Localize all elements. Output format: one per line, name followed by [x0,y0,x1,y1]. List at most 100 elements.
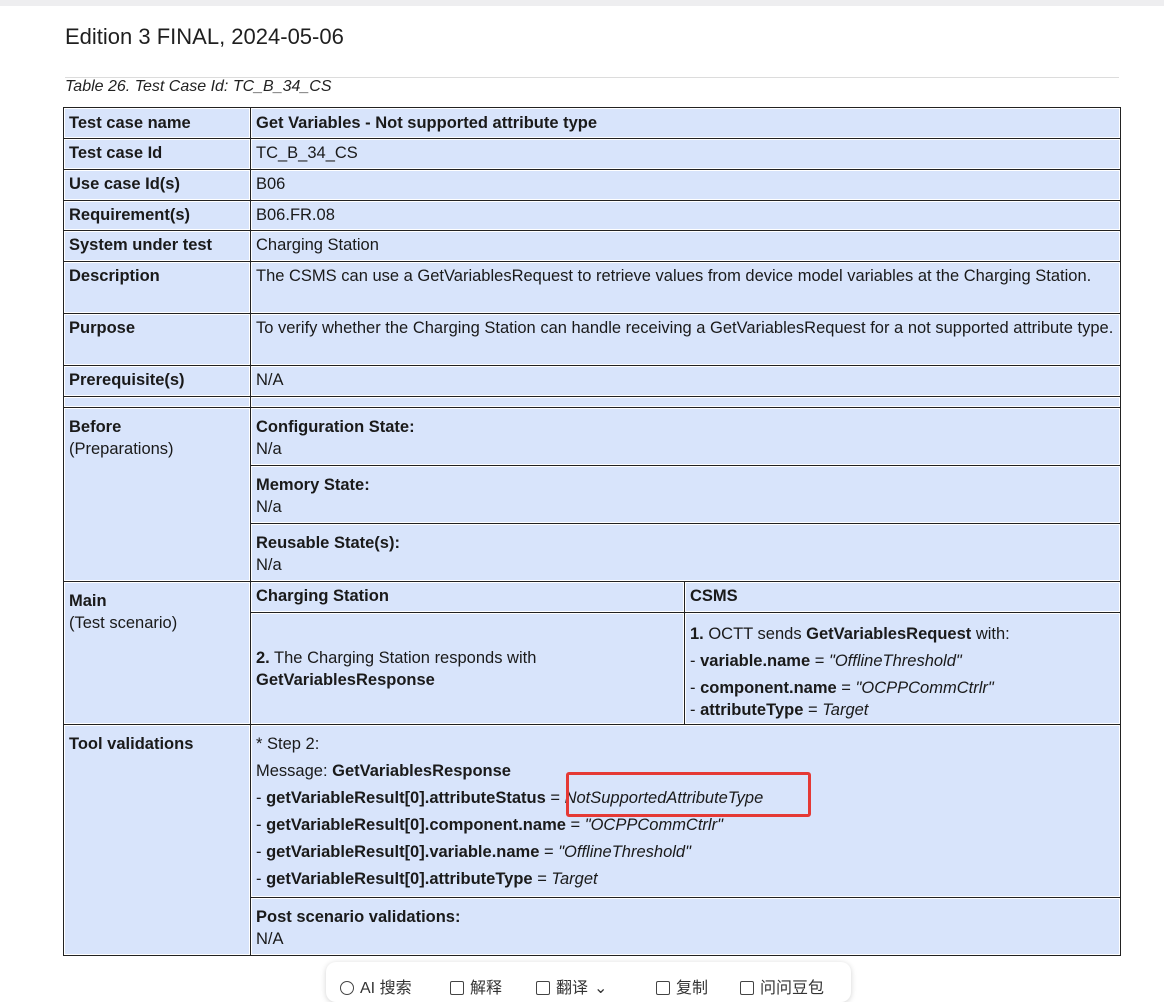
validation-key: getVariableResult[0].variable.name [266,843,540,861]
ask-icon [740,981,754,995]
toolbar-ask-button[interactable]: 问问豆包 [740,974,824,998]
csms-line-dash: - [690,679,701,697]
configuration-state-cell: Configuration State: N/a [250,407,1121,466]
validation-eq: = [545,789,565,807]
validation-dash: - [256,789,267,807]
value-test-case-id: TC_B_34_CS [250,138,1121,170]
chevron-down-icon: ⌄ [594,980,608,997]
spacer-cell [63,396,251,408]
toolbar-label: 翻译 [556,980,589,997]
memory-state-label: Memory State: [256,476,370,494]
validation-key: getVariableResult[0].component.name [266,816,566,834]
label-requirement: Requirement(s) [63,200,251,231]
validation-value: Target [551,870,598,888]
csms-line-eq: = [810,652,829,670]
before-section-label: Before (Preparations) [63,407,251,582]
csms-step-with: with: [971,625,1010,643]
cs-step-message: GetVariablesResponse [256,670,435,689]
csms-line-value: "OfflineThreshold" [828,652,962,670]
translate-icon [536,981,550,995]
label-description: Description [63,261,251,314]
toolbar-label: 复制 [676,980,709,997]
post-scenario-label: Post scenario validations: [256,908,461,926]
label-purpose: Purpose [63,313,251,366]
validation-message-label: Message: [256,762,333,780]
label-use-case: Use case Id(s) [63,169,251,201]
validation-line: - getVariableResult[0].attributeType = T… [256,866,1115,893]
test-case-table: Test case name Get Variables - Not suppo… [63,107,1121,956]
csms-step-text: OCTT sends [703,625,807,643]
charging-station-step: 2. The Charging Station responds with Ge… [250,612,685,725]
validation-line: - getVariableResult[0].variable.name = "… [256,839,1115,866]
value-test-case-name: Get Variables - Not supported attribute … [250,107,1121,139]
post-scenario-cell: Post scenario validations: N/A [250,897,1121,956]
main-label: Main [69,592,107,610]
value-use-case: B06 [250,169,1121,201]
value-description: The CSMS can use a GetVariablesRequest t… [250,261,1121,314]
label-prerequisites: Prerequisite(s) [63,365,251,397]
validation-eq: = [565,816,585,834]
reusable-state-label: Reusable State(s): [256,534,400,552]
validation-key: getVariableResult[0].attributeType [266,870,533,888]
value-system-under-test: Charging Station [250,230,1121,262]
csms-line-key: component.name [700,679,837,697]
validation-value: "OCPPCommCtrlr" [584,816,723,834]
cs-step-text: The Charging Station responds with [269,648,537,667]
memory-state-value: N/a [256,498,282,516]
column-csms: CSMS [684,581,1121,613]
explain-icon [450,981,464,995]
toolbar-ai-search-button[interactable]: AI 搜索 [340,974,412,998]
csms-line-key: variable.name [700,652,811,670]
label-test-case-name: Test case name [63,107,251,139]
toolbar-label: 解释 [470,980,503,997]
selection-toolbar: AI 搜索 解释 翻译 ⌄ 复制 问问豆包 [326,962,851,1002]
configuration-state-value: N/a [256,440,282,458]
csms-line-eq: = [803,701,823,719]
edition-heading: Edition 3 FINAL, 2024-05-06 [65,24,344,49]
main-section-label: Main (Test scenario) [63,581,251,725]
table-caption: Table 26. Test Case Id: TC_B_34_CS [65,78,332,95]
validation-step: * Step 2: [256,735,320,753]
memory-state-cell: Memory State: N/a [250,465,1121,524]
toolbar-label: AI 搜索 [360,980,412,997]
toolbar-label: 问问豆包 [760,980,825,997]
validation-dash: - [256,816,267,834]
value-purpose: To verify whether the Charging Station c… [250,313,1121,366]
csms-line-key: attributeType [700,701,804,719]
validation-eq: = [539,843,559,861]
reusable-state-cell: Reusable State(s): N/a [250,523,1121,582]
value-requirement: B06.FR.08 [250,200,1121,231]
column-charging-station: Charging Station [250,581,685,613]
main-sublabel: (Test scenario) [69,614,178,632]
label-test-case-id: Test case Id [63,138,251,170]
toolbar-copy-button[interactable]: 复制 [656,974,708,998]
csms-line-value: "OCPPCommCtrlr" [855,679,994,697]
ai-search-icon [340,981,354,995]
validation-message-value: GetVariablesResponse [332,762,511,780]
csms-line-eq: = [836,679,856,697]
reusable-state-value: N/a [256,556,282,574]
validation-dash: - [256,870,267,888]
label-tool-validations: Tool validations [63,724,251,956]
annotation-highlight-box [566,772,811,817]
cs-step-number: 2. [256,648,270,667]
toolbar-explain-button[interactable]: 解释 [450,974,502,998]
before-sublabel: (Preparations) [69,440,174,458]
validation-dash: - [256,843,267,861]
copy-icon [656,981,670,995]
csms-step: 1. OCTT sends GetVariablesRequest with: … [684,612,1121,725]
label-system-under-test: System under test [63,230,251,262]
csms-line-value: Target [822,701,869,719]
validation-key: getVariableResult[0].attributeStatus [266,789,546,807]
spacer-cell [250,396,1121,408]
value-prerequisites: N/A [250,365,1121,397]
before-label: Before [69,418,122,436]
toolbar-translate-button[interactable]: 翻译 ⌄ [536,974,607,998]
csms-step-message: GetVariablesRequest [806,625,972,643]
csms-line-dash: - [690,652,701,670]
top-bar [0,0,1164,6]
validation-eq: = [532,870,552,888]
configuration-state-label: Configuration State: [256,418,415,436]
csms-step-number: 1. [690,625,704,643]
csms-line-dash: - [690,701,701,719]
